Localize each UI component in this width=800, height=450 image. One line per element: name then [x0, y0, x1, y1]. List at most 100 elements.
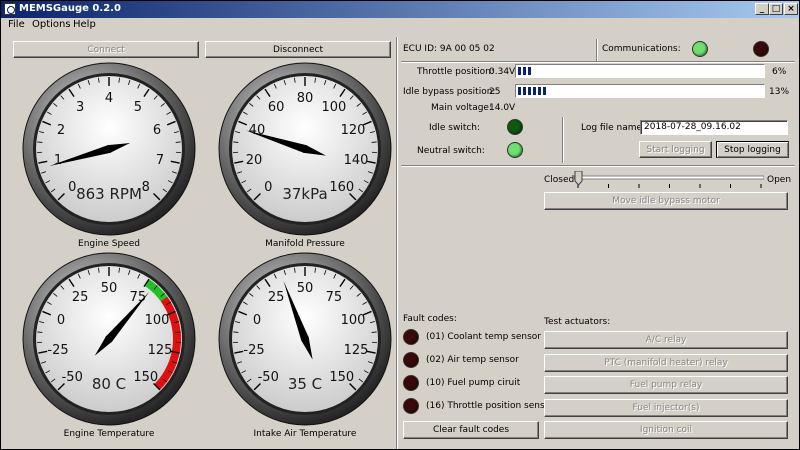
gauge-tick-label: 100 [321, 100, 346, 115]
gauge-tick-label: 2 [57, 123, 65, 138]
fault-codes-label: Fault codes: [403, 314, 457, 324]
fault-code-text: (10) Fuel pump ciruit [426, 378, 521, 388]
communications-tx-led [753, 41, 769, 57]
throttle-position-bar [515, 64, 765, 78]
connect-button[interactable]: Connect [13, 41, 199, 58]
idle-bypass-position-label: Idle bypass position: [403, 87, 496, 97]
communications-rx-led [692, 41, 708, 57]
app-window: MEMSGauge 0.2.0 _ □ × File Options Help … [0, 0, 800, 450]
manifold-pressure-gauge: 02040608010012014016037kPa [218, 62, 392, 236]
disconnect-button[interactable]: Disconnect [205, 41, 391, 58]
gauge-tick-label: 80 [297, 91, 314, 106]
progress-segment [528, 67, 531, 75]
gauge-reading: 37kPa [282, 185, 327, 203]
menu-file[interactable]: File [8, 19, 25, 30]
gauge-hub [301, 145, 309, 153]
gauge-tick-label: 125 [344, 343, 369, 358]
actuator-button[interactable]: Fuel injector(s) [544, 398, 788, 417]
idle-bypass-position-percent: 13% [769, 87, 790, 97]
menu-help[interactable]: Help [73, 19, 96, 30]
fault-code-text: (16) Throttle position sensor [426, 401, 554, 411]
gauge-tick-label: 0 [57, 313, 65, 328]
gauge-tick-label: 50 [101, 281, 118, 296]
header-separator [401, 61, 795, 63]
gauge-tick-label: 5 [134, 100, 142, 115]
gauge-tick-label: -25 [47, 343, 68, 358]
close-icon[interactable]: × [784, 3, 798, 15]
fault-code-led [403, 375, 419, 391]
gauge-tick-label: 150 [133, 370, 158, 385]
main-voltage-value: 14.0V [489, 103, 516, 113]
gauge-tick-label: 25 [72, 290, 89, 305]
engine-speed-label: Engine Speed [78, 239, 140, 249]
actuator-button[interactable]: Ignition coil [544, 421, 788, 439]
window-title: MEMSGauge 0.2.0 [19, 3, 121, 14]
gauge-tick-label: 60 [268, 100, 285, 115]
gauge-tick-label: 100 [341, 313, 366, 328]
actuator-button[interactable]: Fuel pump relay [544, 376, 788, 394]
progress-segment [543, 87, 546, 95]
main-divider [396, 37, 398, 449]
gauge-tick-label: 7 [156, 153, 164, 168]
app-icon [4, 3, 16, 15]
gauge-tick-label: 3 [76, 100, 84, 115]
throttle-position-percent: 6% [772, 67, 787, 77]
throttle-position-value: 0.34V [489, 67, 516, 77]
test-actuators-label: Test actuators: [544, 317, 611, 327]
idle-bypass-position-bar [515, 84, 765, 98]
fault-code-led [403, 329, 419, 345]
gauge-reading: 80 C [92, 375, 126, 393]
menu-options[interactable]: Options [32, 19, 71, 30]
gauge-tick-label: 125 [148, 343, 173, 358]
minimize-icon[interactable]: _ [755, 3, 769, 15]
gauge-tick-label: 0 [264, 180, 272, 195]
gauge-tick-label: 4 [105, 91, 113, 106]
progress-segment [518, 87, 521, 95]
fault-code-text: (02) Air temp sensor [426, 355, 519, 365]
gauge-tick-label: 120 [341, 123, 366, 138]
log-divider [562, 117, 564, 163]
stop-logging-button[interactable]: Stop logging [716, 141, 789, 158]
neutral-switch-label: Neutral switch: [417, 146, 485, 156]
gauge-tick-label: 160 [329, 180, 354, 195]
gauge-tick-label: 75 [326, 290, 343, 305]
fault-code-text: (01) Coolant temp sensor [426, 332, 541, 342]
gauge-reading: 35 C [288, 375, 322, 393]
title-bar[interactable]: MEMSGauge 0.2.0 _ □ × [1, 1, 799, 18]
throttle-position-label: Throttle position: [417, 67, 494, 77]
communications-label: Communications: [602, 44, 681, 54]
gauge-tick-label: -50 [62, 370, 83, 385]
idle-switch-led [507, 119, 523, 135]
gauge-tick-label: 20 [246, 153, 263, 168]
progress-segment [533, 87, 536, 95]
gauge-tick-label: 25 [268, 290, 285, 305]
actuator-button[interactable]: PTC (manifold heater) relay [544, 353, 788, 372]
menu-bar: File Options Help [1, 18, 799, 32]
progress-segment [523, 87, 526, 95]
ecu-id: ECU ID: 9A 00 05 02 [403, 44, 495, 54]
slider-track [574, 175, 764, 180]
gauge-tick-label: 6 [153, 123, 161, 138]
main-voltage-label: Main voltage: [431, 103, 493, 113]
gauge-hub [105, 145, 113, 153]
log-file-name-input[interactable]: 2018-07-28_09.16.02 [640, 120, 788, 135]
manifold-pressure-label: Manifold Pressure [265, 239, 345, 249]
gauge-hub [301, 335, 309, 343]
gauge-hub [105, 335, 113, 343]
gauge-tick-label: 150 [329, 370, 354, 385]
move-idle-bypass-motor-button[interactable]: Move idle bypass motor [544, 192, 788, 210]
idle-bypass-slider[interactable] [574, 171, 764, 189]
gauge-tick-label: 140 [344, 153, 369, 168]
slider-thumb[interactable] [574, 171, 583, 186]
progress-segment [538, 87, 541, 95]
clear-fault-codes-button[interactable]: Clear fault codes [403, 421, 539, 439]
gauge-tick-label: 75 [130, 290, 147, 305]
intake-air-temperature-label: Intake Air Temperature [253, 429, 357, 439]
start-logging-button[interactable]: Start logging [639, 141, 712, 158]
progress-segment [518, 67, 521, 75]
actuator-button[interactable]: A/C relay [544, 331, 788, 349]
gauge-reading: 863 RPM [76, 185, 142, 203]
neutral-switch-led [507, 142, 523, 158]
log-file-name-label: Log file name: [581, 123, 646, 133]
maximize-icon[interactable]: □ [769, 3, 783, 15]
